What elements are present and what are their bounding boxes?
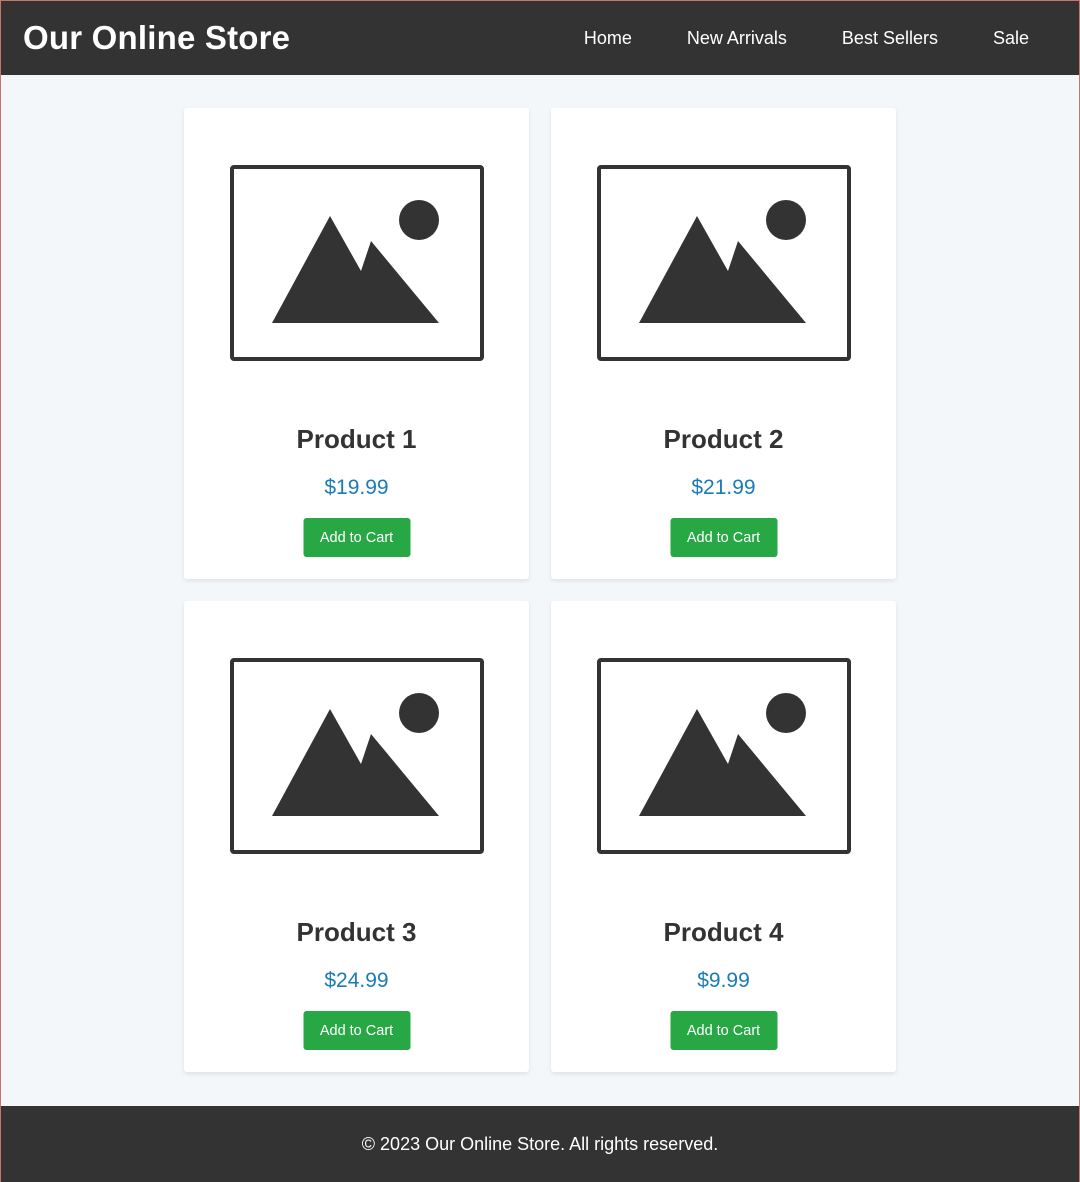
product-name: Product 4: [663, 917, 784, 947]
site-header: Our Online Store Home New Arrivals Best …: [1, 1, 1079, 75]
image-placeholder-icon: [597, 658, 851, 854]
product-name: Product 2: [663, 424, 784, 454]
product-grid: Product 1 $19.99 Add to Cart Product 2 $…: [184, 108, 896, 1072]
product-card: Product 1 $19.99 Add to Cart: [184, 108, 529, 579]
product-name: Product 3: [296, 917, 417, 947]
site-footer: © 2023 Our Online Store. All rights rese…: [1, 1106, 1079, 1182]
product-price: $19.99: [324, 476, 389, 499]
nav-link-new-arrivals[interactable]: New Arrivals: [687, 28, 787, 49]
main-content: Product 1 $19.99 Add to Cart Product 2 $…: [1, 75, 1079, 1106]
add-to-cart-button[interactable]: Add to Cart: [670, 518, 777, 557]
product-card: Product 3 $24.99 Add to Cart: [184, 601, 529, 1072]
image-placeholder-icon: [230, 165, 484, 361]
add-to-cart-button[interactable]: Add to Cart: [303, 518, 410, 557]
footer-copyright: © 2023 Our Online Store. All rights rese…: [361, 1133, 719, 1154]
product-card: Product 2 $21.99 Add to Cart: [551, 108, 896, 579]
site-title: Our Online Store: [23, 19, 291, 56]
main-nav: Home New Arrivals Best Sellers Sale: [529, 28, 1029, 49]
nav-link-home[interactable]: Home: [584, 28, 632, 49]
image-placeholder-icon: [597, 165, 851, 361]
product-card: Product 4 $9.99 Add to Cart: [551, 601, 896, 1072]
nav-link-sale[interactable]: Sale: [993, 28, 1029, 49]
add-to-cart-button[interactable]: Add to Cart: [303, 1011, 410, 1050]
image-placeholder-icon: [230, 658, 484, 854]
nav-link-best-sellers[interactable]: Best Sellers: [842, 28, 938, 49]
product-price: $21.99: [691, 476, 756, 499]
product-name: Product 1: [296, 424, 417, 454]
product-price: $9.99: [697, 969, 750, 992]
add-to-cart-button[interactable]: Add to Cart: [670, 1011, 777, 1050]
product-price: $24.99: [324, 969, 389, 992]
